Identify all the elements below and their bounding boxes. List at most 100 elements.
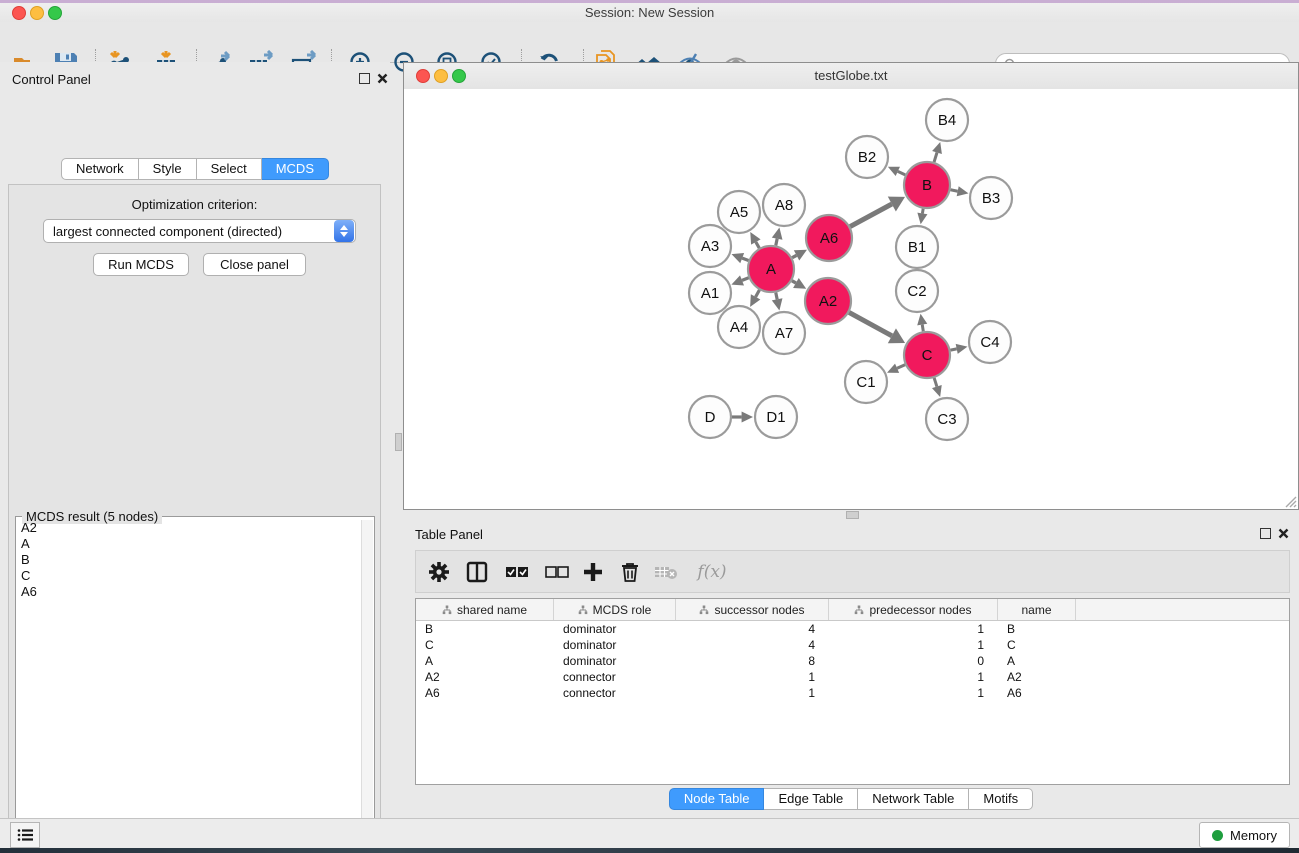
- deselect-all-button[interactable]: [542, 557, 572, 587]
- status-bar: Memory: [0, 818, 1299, 849]
- table-settings-button[interactable]: [424, 557, 454, 587]
- table-cell[interactable]: dominator: [554, 622, 676, 636]
- edge-C-C4[interactable]: [951, 349, 957, 350]
- column-header-name[interactable]: name: [998, 599, 1076, 620]
- edge-B-B3[interactable]: [951, 190, 958, 191]
- edge-A-A1[interactable]: [742, 278, 749, 281]
- table-cell[interactable]: dominator: [554, 654, 676, 668]
- table-cell[interactable]: connector: [554, 670, 676, 684]
- float-table-panel-icon[interactable]: [1260, 528, 1271, 539]
- column-header-successor-nodes[interactable]: successor nodes: [676, 599, 829, 620]
- column-header-MCDS-role[interactable]: MCDS role: [554, 599, 676, 620]
- node-label-A8: A8: [775, 197, 793, 214]
- arrowhead-icon: [956, 344, 968, 354]
- table-cell[interactable]: A2: [416, 670, 554, 684]
- float-panel-icon[interactable]: [359, 73, 370, 84]
- resize-grip-icon[interactable]: [1283, 494, 1297, 508]
- table-cell[interactable]: B: [998, 622, 1076, 636]
- edge-A-A2[interactable]: [792, 281, 796, 283]
- table-cell[interactable]: connector: [554, 686, 676, 700]
- edge-A6-B[interactable]: [850, 204, 892, 227]
- table-cell[interactable]: 4: [676, 622, 829, 636]
- column-header-shared-name[interactable]: shared name: [416, 599, 554, 620]
- result-scrollbar[interactable]: [361, 520, 373, 853]
- function-builder-button[interactable]: f(x): [692, 557, 732, 587]
- column-header-filler: [1076, 599, 1289, 620]
- desktop-wallpaper-strip: [0, 848, 1299, 853]
- delete-table-button[interactable]: [651, 557, 681, 587]
- mcds-panel: Optimization criterion: largest connecte…: [8, 184, 381, 853]
- table-cell[interactable]: 1: [829, 686, 998, 700]
- edge-B-B1[interactable]: [922, 209, 923, 214]
- edge-A-A7[interactable]: [776, 293, 777, 300]
- edge-A-A5[interactable]: [756, 242, 759, 248]
- horizontal-splitter-handle[interactable]: [846, 511, 859, 519]
- tab-network-table[interactable]: Network Table: [858, 788, 969, 810]
- mcds-result-list[interactable]: A2ABCA6: [17, 520, 362, 853]
- table-cell[interactable]: B: [416, 622, 554, 636]
- table-cell[interactable]: 1: [829, 622, 998, 636]
- tab-select[interactable]: Select: [197, 158, 262, 180]
- column-header-predecessor-nodes[interactable]: predecessor nodes: [829, 599, 998, 620]
- tab-motifs[interactable]: Motifs: [969, 788, 1033, 810]
- arrowhead-icon: [742, 412, 753, 423]
- table-cell[interactable]: 8: [676, 654, 829, 668]
- table-cell[interactable]: A6: [998, 686, 1076, 700]
- mcds-result-item[interactable]: B: [17, 552, 362, 568]
- mcds-result-item[interactable]: A2: [17, 520, 362, 536]
- mcds-result-item[interactable]: A: [17, 536, 362, 552]
- table-cell[interactable]: 1: [676, 686, 829, 700]
- close-panel-icon[interactable]: [377, 73, 388, 84]
- task-history-button[interactable]: [10, 822, 40, 848]
- table-row[interactable]: Cdominator41C: [416, 637, 1289, 653]
- table-cell[interactable]: 1: [676, 670, 829, 684]
- edge-C-C3[interactable]: [934, 378, 937, 387]
- node-table[interactable]: shared nameMCDS rolesuccessor nodesprede…: [415, 598, 1290, 785]
- table-cell[interactable]: 1: [829, 638, 998, 652]
- table-cell[interactable]: A: [416, 654, 554, 668]
- criterion-dropdown[interactable]: largest connected component (directed): [43, 219, 356, 243]
- table-cell[interactable]: 1: [829, 670, 998, 684]
- tab-edge-table[interactable]: Edge Table: [764, 788, 858, 810]
- tab-style[interactable]: Style: [139, 158, 197, 180]
- mcds-result-item[interactable]: C: [17, 568, 362, 584]
- select-all-button[interactable]: [502, 557, 532, 587]
- create-column-button[interactable]: [578, 557, 608, 587]
- table-row[interactable]: A2connector11A2: [416, 669, 1289, 685]
- edge-A-A6[interactable]: [792, 255, 796, 257]
- edge-A-A8[interactable]: [776, 239, 777, 246]
- edge-A-A4[interactable]: [756, 290, 760, 297]
- table-row[interactable]: Bdominator41B: [416, 621, 1289, 637]
- edge-B-B4[interactable]: [934, 152, 937, 162]
- table-cell[interactable]: A2: [998, 670, 1076, 684]
- run-mcds-button[interactable]: Run MCDS: [93, 253, 189, 276]
- memory-button[interactable]: Memory: [1199, 822, 1290, 848]
- show-columns-button[interactable]: [462, 557, 492, 587]
- arrowhead-icon: [772, 228, 783, 240]
- edge-C-C1[interactable]: [897, 365, 905, 369]
- edge-A2-C[interactable]: [849, 312, 892, 335]
- edge-B-B2[interactable]: [898, 171, 905, 174]
- session-title: Session: New Session: [0, 5, 1299, 20]
- close-panel-button[interactable]: Close panel: [203, 253, 306, 276]
- edge-A-A3[interactable]: [742, 258, 748, 260]
- table-cell[interactable]: A: [998, 654, 1076, 668]
- table-cell[interactable]: C: [998, 638, 1076, 652]
- table-row[interactable]: A6connector11A6: [416, 685, 1289, 701]
- delete-column-button[interactable]: [615, 557, 645, 587]
- close-table-panel-icon[interactable]: [1278, 528, 1289, 539]
- vertical-splitter-handle[interactable]: [395, 433, 402, 451]
- tab-mcds[interactable]: MCDS: [262, 158, 329, 180]
- table-cell[interactable]: C: [416, 638, 554, 652]
- table-cell[interactable]: 0: [829, 654, 998, 668]
- table-cell[interactable]: 4: [676, 638, 829, 652]
- edge-C-C2[interactable]: [922, 325, 923, 332]
- table-cell[interactable]: A6: [416, 686, 554, 700]
- tab-node-table[interactable]: Node Table: [669, 788, 765, 810]
- table-row[interactable]: Adominator80A: [416, 653, 1289, 669]
- table-cell[interactable]: dominator: [554, 638, 676, 652]
- task-list-icon: [17, 828, 33, 842]
- network-canvas[interactable]: B4B2BB3A8A5A6A3B1AC2A1A2A4A7C4CC1DC3D1: [404, 89, 1298, 509]
- mcds-result-item[interactable]: A6: [17, 584, 362, 600]
- tab-network[interactable]: Network: [61, 158, 139, 180]
